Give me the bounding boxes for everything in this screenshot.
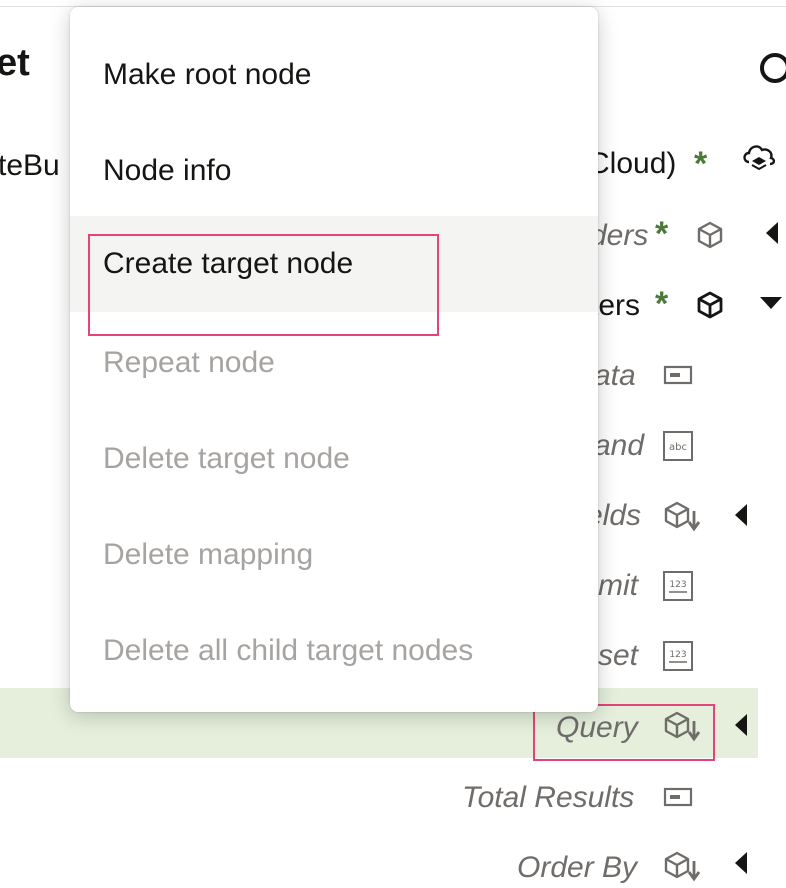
tree-node-label[interactable]: set (598, 636, 638, 676)
tree-node-label[interactable]: ata (594, 356, 636, 396)
menu-item-delete-all-child-target-nodes: Delete all child target nodes (103, 634, 474, 667)
menu-item-make-root-node[interactable]: Make root node (70, 27, 598, 123)
number-icon: 123 (663, 641, 693, 671)
expand-caret-icon[interactable] (760, 297, 782, 309)
cube-outline-icon (697, 291, 723, 319)
collapse-caret-icon[interactable] (735, 714, 747, 736)
tree-node-label[interactable]: Order By (517, 848, 637, 888)
collapse-caret-icon[interactable] (766, 222, 778, 244)
svg-text:123: 123 (669, 650, 686, 660)
tree-node-label[interactable]: ders (590, 216, 648, 256)
collapse-caret-icon[interactable] (735, 504, 747, 526)
svg-text:abc: abc (669, 442, 687, 453)
collapse-caret-icon[interactable] (735, 852, 747, 874)
query-highlight-outline (533, 704, 715, 761)
top-border (0, 0, 786, 7)
menu-item-delete-mapping: Delete mapping (103, 538, 314, 571)
svg-text:123: 123 (669, 580, 686, 590)
tree-node-label[interactable]: mit (598, 566, 638, 606)
text-field-icon (663, 787, 693, 807)
abc-icon: abc (663, 431, 693, 461)
modified-marker: * (655, 215, 669, 253)
modified-marker: * (655, 285, 669, 323)
modified-marker: * (694, 145, 708, 183)
context-menu: Make root node Node info Create target n… (70, 7, 598, 712)
search-icon[interactable] (756, 50, 786, 86)
cube-outline-icon (697, 221, 723, 249)
cube-array-icon (664, 501, 701, 532)
cloud-stack-icon (743, 145, 776, 171)
text-field-icon (663, 365, 693, 385)
page-title: et (0, 42, 30, 84)
menu-item-delete-target-node: Delete target node (103, 442, 350, 475)
menu-item-node-info[interactable]: Node info (70, 123, 598, 219)
cube-array-icon (664, 851, 701, 882)
create-target-node-highlight-outline (88, 234, 439, 336)
number-icon: 123 (663, 571, 693, 601)
tree-node-label[interactable]: Cloud) (588, 144, 676, 184)
tree-node-label[interactable]: teBu (0, 146, 60, 186)
tree-node-label[interactable]: and (594, 426, 644, 466)
tree-node-label[interactable]: Total Results (462, 778, 634, 818)
